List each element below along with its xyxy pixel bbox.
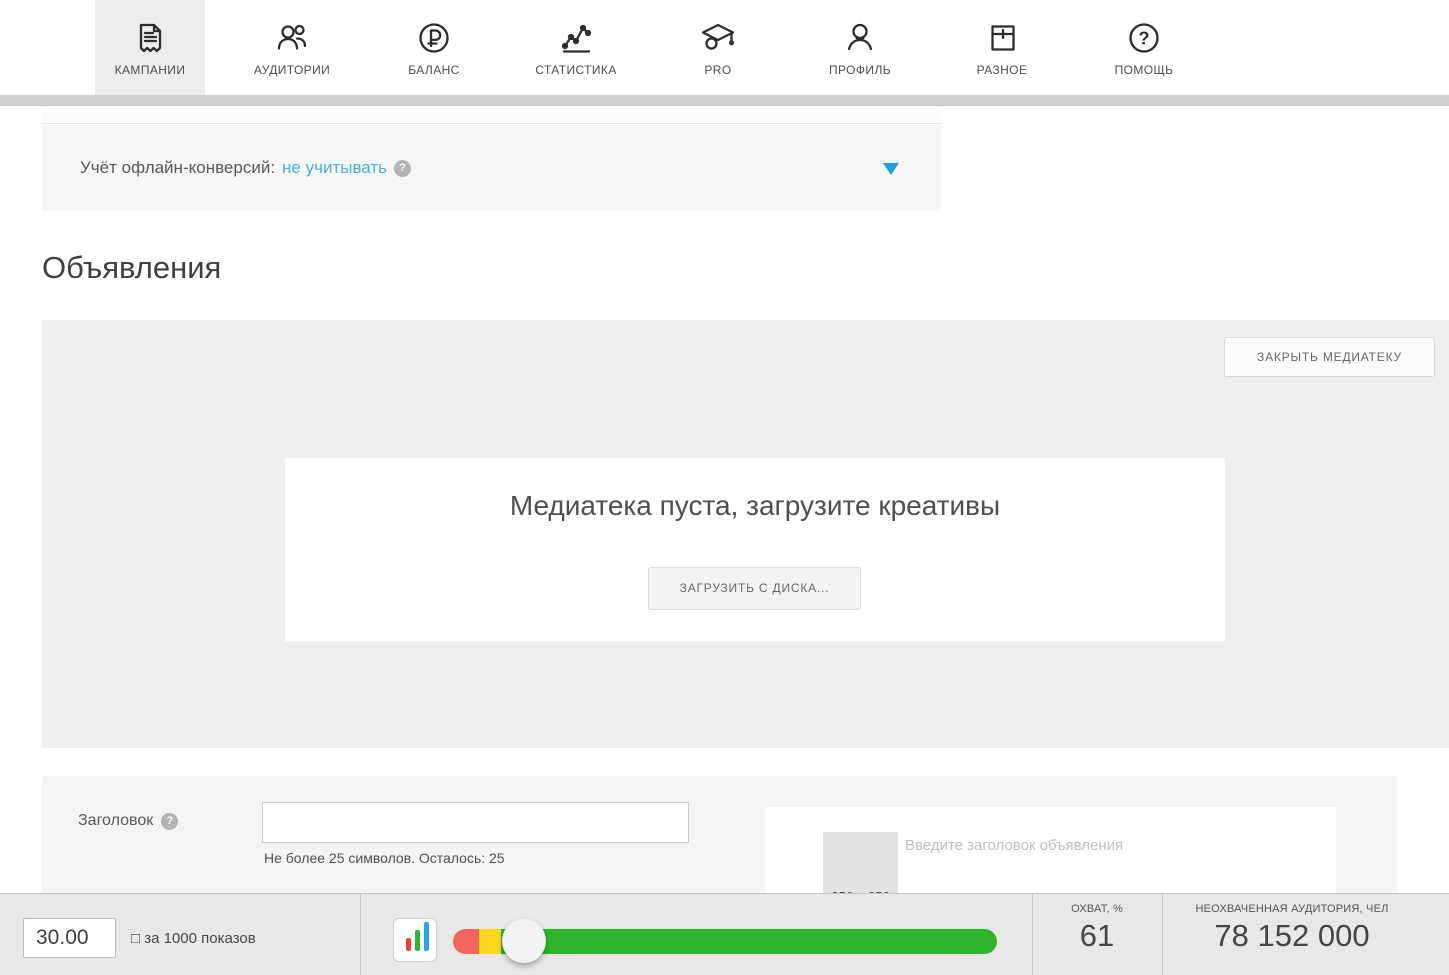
audiences-icon bbox=[272, 18, 312, 58]
offline-conversions-label: Учёт офлайн-конверсий: bbox=[80, 158, 275, 178]
media-library-panel: ЗАКРЫТЬ МЕДИАТЕКУ Медиатека пуста, загру… bbox=[42, 320, 1449, 748]
collapsed-section-edge bbox=[42, 107, 941, 124]
offline-conversions-help-icon[interactable]: ? bbox=[394, 160, 411, 177]
nav-item-misc[interactable]: РАЗНОЕ bbox=[947, 0, 1057, 95]
close-media-library-button[interactable]: ЗАКРЫТЬ МЕДИАТЕКУ bbox=[1224, 337, 1435, 377]
offline-conversions-panel[interactable]: Учёт офлайн-конверсий: не учитывать ? bbox=[42, 125, 941, 211]
nav-item-label: СТАТИСТИКА bbox=[535, 63, 616, 77]
price-input[interactable] bbox=[23, 918, 116, 958]
currency-symbol: □ bbox=[131, 930, 140, 947]
nav-item-label: РАЗНОЕ bbox=[977, 63, 1028, 77]
title-help-icon[interactable]: ? bbox=[161, 813, 178, 830]
title-hint: Не более 25 символов. Осталось: 25 bbox=[264, 850, 505, 866]
help-icon: ? bbox=[1124, 18, 1164, 58]
pro-icon bbox=[698, 18, 738, 58]
stats-toggle-button[interactable] bbox=[393, 918, 437, 962]
nav-item-profile[interactable]: ПРОФИЛЬ bbox=[805, 0, 915, 95]
page: КАМПАНИИ АУДИТОРИИ БАЛАНС bbox=[0, 0, 1449, 975]
media-library-empty-title: Медиатека пуста, загрузите креативы bbox=[285, 490, 1225, 522]
title-input[interactable] bbox=[262, 802, 689, 843]
nav-item-statistics[interactable]: СТАТИСТИКА bbox=[521, 0, 631, 95]
title-label: Заголовок bbox=[78, 812, 153, 830]
slider-handle[interactable] bbox=[502, 919, 546, 963]
price-bar: □ за 1000 показов ОХВАТ, % 61 НЕОХВАЧЕНН… bbox=[0, 893, 1449, 975]
unreached-metric: НЕОХВАЧЕННАЯ АУДИТОРИЯ, ЧЕЛ 78 152 000 bbox=[1162, 894, 1422, 975]
divider bbox=[360, 894, 361, 975]
media-library-empty-state: Медиатека пуста, загрузите креативы ЗАГР… bbox=[285, 458, 1225, 641]
nav-item-balance[interactable]: БАЛАНС bbox=[379, 0, 489, 95]
nav-item-audiences[interactable]: АУДИТОРИИ bbox=[237, 0, 347, 95]
reach-metric: ОХВАТ, % 61 bbox=[1032, 894, 1162, 975]
nav-item-label: БАЛАНС bbox=[408, 63, 460, 77]
campaigns-icon bbox=[130, 18, 170, 58]
chevron-down-icon[interactable] bbox=[883, 163, 899, 175]
nav-item-label: КАМПАНИИ bbox=[115, 63, 186, 77]
top-nav: КАМПАНИИ АУДИТОРИИ БАЛАНС bbox=[0, 0, 1449, 95]
nav-items: КАМПАНИИ АУДИТОРИИ БАЛАНС bbox=[95, 0, 1199, 95]
unreached-value: 78 152 000 bbox=[1162, 918, 1422, 954]
balance-icon bbox=[414, 18, 454, 58]
price-unit-label: □ за 1000 показов bbox=[131, 930, 256, 947]
unreached-label: НЕОХВАЧЕННАЯ АУДИТОРИЯ, ЧЕЛ bbox=[1162, 903, 1422, 915]
title-label-row: Заголовок ? bbox=[78, 812, 178, 830]
nav-item-label: PRO bbox=[704, 63, 731, 77]
ad-title-placeholder: Введите заголовок объявления bbox=[905, 837, 1123, 854]
reach-value: 61 bbox=[1032, 918, 1162, 954]
nav-item-campaigns[interactable]: КАМПАНИИ bbox=[95, 0, 205, 95]
misc-icon bbox=[982, 18, 1022, 58]
nav-item-label: ПОМОЩЬ bbox=[1115, 63, 1174, 77]
upload-from-disk-button[interactable]: ЗАГРУЗИТЬ С ДИСКА... bbox=[648, 567, 861, 610]
nav-item-help[interactable]: ? ПОМОЩЬ bbox=[1089, 0, 1199, 95]
nav-item-pro[interactable]: PRO bbox=[663, 0, 773, 95]
statistics-icon bbox=[556, 18, 596, 58]
offline-conversions-value-link[interactable]: не учитывать bbox=[282, 158, 387, 178]
profile-icon bbox=[840, 18, 880, 58]
nav-divider-strip bbox=[0, 95, 1449, 106]
nav-item-label: АУДИТОРИИ bbox=[254, 63, 330, 77]
reach-label: ОХВАТ, % bbox=[1032, 903, 1162, 915]
nav-item-label: ПРОФИЛЬ bbox=[829, 63, 891, 77]
price-slider[interactable] bbox=[453, 929, 997, 954]
page-title: Объявления bbox=[42, 250, 221, 286]
svg-text:?: ? bbox=[1139, 29, 1150, 49]
offline-conversions-row: Учёт офлайн-конверсий: не учитывать ? bbox=[80, 158, 411, 178]
price-unit-text: за 1000 показов bbox=[144, 930, 255, 947]
